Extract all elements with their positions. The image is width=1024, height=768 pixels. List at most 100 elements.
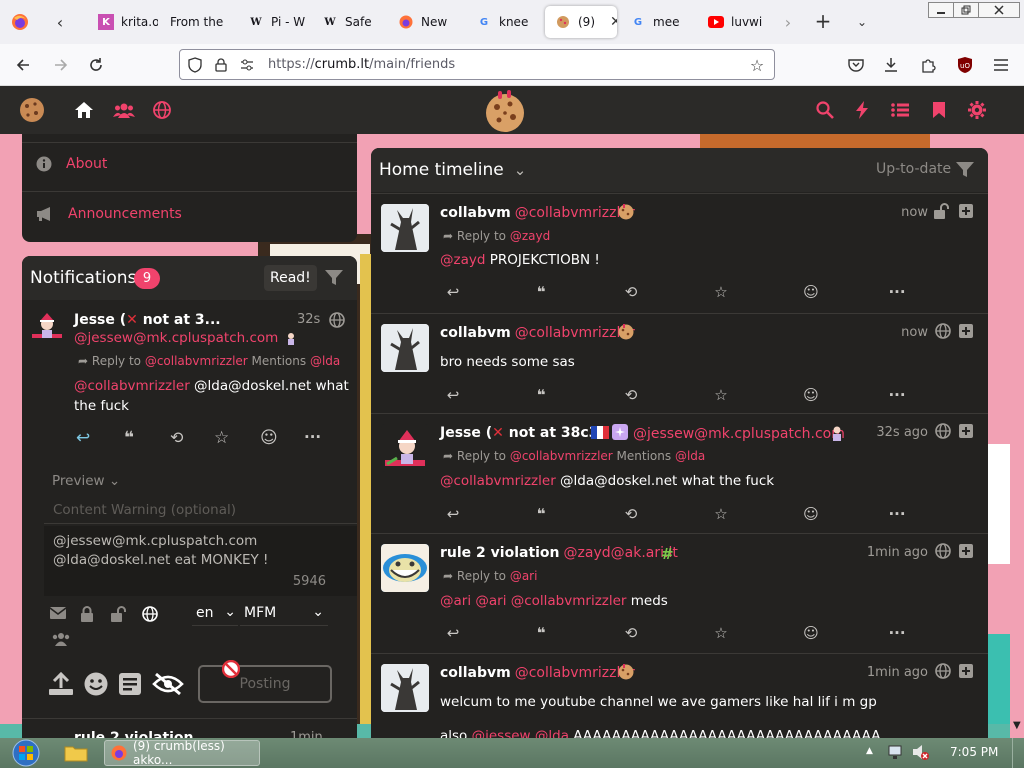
restore-window-icon[interactable] xyxy=(953,2,979,18)
forward-icon[interactable] xyxy=(50,54,72,76)
expand-post-icon[interactable] xyxy=(959,664,973,678)
timeline-title[interactable]: Home timeline ⌄ xyxy=(379,160,526,180)
start-button-icon[interactable] xyxy=(6,739,46,767)
tab-crumb-active[interactable]: (9) ✕ xyxy=(545,6,617,38)
post-author[interactable]: collabvm @collabvmrizzler xyxy=(440,205,635,221)
tab-google-knee[interactable]: G knee xyxy=(466,6,542,38)
tabs-scroll-right-icon[interactable]: › xyxy=(778,12,798,32)
permissions-icon[interactable] xyxy=(238,56,256,74)
repeat-icon[interactable]: ⟲ xyxy=(621,623,641,643)
eye-slash-icon[interactable] xyxy=(152,672,184,696)
file-explorer-icon[interactable] xyxy=(62,742,90,764)
post-author[interactable]: Jesse (✕ not at 38c3) xyxy=(440,425,605,441)
mention-link[interactable]: @ari @ari @collabvmrizzler xyxy=(440,593,626,609)
post-account[interactable]: @jessew@mk.cpluspatch.com xyxy=(633,426,845,442)
minimize-window-icon[interactable] xyxy=(928,2,954,18)
post-time[interactable]: 1min ago xyxy=(867,545,928,560)
url-bar[interactable]: https://crumb.lt/main/friends ☆ xyxy=(179,49,775,80)
post-text-area[interactable]: @jessew@mk.cpluspatch.com @lda@doskel.ne… xyxy=(44,526,357,596)
add-reaction-icon[interactable]: ☺ xyxy=(260,428,278,448)
mail-icon[interactable] xyxy=(50,606,66,620)
notification-author[interactable]: Jesse (✕ not at 3... xyxy=(74,312,221,328)
timeline-post[interactable]: collabvm @collabvmrizzler now bro needs s… xyxy=(371,313,988,413)
filter-icon[interactable] xyxy=(955,160,975,180)
more-options-icon[interactable]: ··· xyxy=(887,623,907,643)
favorite-star-icon[interactable]: ☆ xyxy=(214,428,229,448)
content-warning-input[interactable]: Content Warning (optional) xyxy=(44,496,357,524)
bolt-icon[interactable] xyxy=(850,98,874,122)
post-button[interactable]: Posting xyxy=(198,665,332,703)
reply-to-link[interactable]: @collabvmrizzler xyxy=(510,449,613,463)
instance-logo-icon[interactable] xyxy=(18,96,46,124)
reply-to-link[interactable]: @collabvmrizzler xyxy=(145,354,248,368)
avatar[interactable] xyxy=(381,664,429,712)
reply-icon[interactable]: ↩ xyxy=(443,623,463,643)
close-window-icon[interactable] xyxy=(978,2,1020,18)
search-icon[interactable] xyxy=(813,98,837,122)
mark-read-button[interactable]: Read! xyxy=(264,265,317,291)
favorite-star-icon[interactable]: ☆ xyxy=(711,385,731,405)
settings-gear-icon[interactable] xyxy=(965,98,989,122)
timeline-post[interactable]: rule 2 violation @zayd@ak.ari.lt # 1min a… xyxy=(371,533,988,653)
reply-to-link[interactable]: @ari xyxy=(510,569,538,583)
show-desktop-button[interactable] xyxy=(1012,738,1024,768)
notification-author[interactable]: rule 2 violation xyxy=(74,730,194,738)
shield-icon[interactable] xyxy=(186,56,204,74)
expand-post-icon[interactable] xyxy=(959,324,973,338)
back-icon[interactable] xyxy=(12,54,34,76)
quote-icon[interactable]: ❝ xyxy=(531,282,551,302)
tab-wikipedia-safe[interactable]: W Safe xyxy=(312,6,386,38)
reply-icon[interactable]: ↩ xyxy=(443,504,463,524)
emoji-picker-icon[interactable] xyxy=(84,672,108,696)
mention-link[interactable]: @collabvmrizzler xyxy=(74,378,190,394)
avatar[interactable] xyxy=(32,312,62,342)
mentions-link[interactable]: @lda xyxy=(675,449,705,463)
bookmark-icon[interactable] xyxy=(927,98,951,122)
tab-krita[interactable]: K krita.o xyxy=(88,6,158,38)
cookie-mascot-icon[interactable] xyxy=(482,88,528,134)
reply-icon[interactable]: ↩ xyxy=(76,428,90,448)
avatar[interactable] xyxy=(381,544,429,592)
post-author[interactable]: collabvm @collabvmrizzler xyxy=(440,325,635,341)
language-select[interactable]: en ⌄ xyxy=(192,602,238,626)
reply-to-link[interactable]: @zayd xyxy=(510,229,550,243)
expand-post-icon[interactable] xyxy=(959,544,973,558)
post-time[interactable]: 1min ago xyxy=(867,665,928,680)
pocket-icon[interactable] xyxy=(845,54,867,76)
downloads-icon[interactable] xyxy=(880,54,902,76)
upload-icon[interactable] xyxy=(48,672,74,696)
friends-icon[interactable] xyxy=(112,98,136,122)
quote-icon[interactable]: ❝ xyxy=(531,504,551,524)
reply-icon[interactable]: ↩ xyxy=(443,282,463,302)
unlock-icon[interactable] xyxy=(110,606,126,622)
sidebar-item-about[interactable]: About xyxy=(36,156,107,172)
repeat-icon[interactable]: ⟲ xyxy=(170,428,183,447)
tray-expand-icon[interactable]: ▲ xyxy=(866,746,873,756)
avatar[interactable] xyxy=(381,204,429,252)
more-options-icon[interactable]: ··· xyxy=(304,428,321,446)
avatar[interactable] xyxy=(381,324,429,372)
add-reaction-icon[interactable]: ☺ xyxy=(801,623,821,643)
repeat-icon[interactable]: ⟲ xyxy=(621,504,641,524)
mention-link[interactable]: @collabvmrizzler xyxy=(440,473,556,489)
expand-post-icon[interactable] xyxy=(959,424,973,438)
add-reaction-icon[interactable]: ☺ xyxy=(801,504,821,524)
add-reaction-icon[interactable]: ☺ xyxy=(801,385,821,405)
repeat-icon[interactable]: ⟲ xyxy=(621,282,641,302)
timeline-post[interactable]: collabvm @collabvmrizzler 1min ago welcum… xyxy=(371,653,988,738)
close-tab-icon[interactable]: ✕ xyxy=(610,14,617,30)
tab-google-mee[interactable]: G mee xyxy=(620,6,696,38)
tab-youtube[interactable]: luvwi xyxy=(698,6,774,38)
lock-icon[interactable] xyxy=(212,56,230,74)
list-all-tabs-icon[interactable]: ⌄ xyxy=(852,12,872,32)
post-author[interactable]: rule 2 violation @zayd@ak.ari.lt xyxy=(440,545,678,561)
favorite-star-icon[interactable]: ☆ xyxy=(711,623,731,643)
sidebar-item-announcements[interactable]: Announcements xyxy=(36,206,182,222)
new-tab-icon[interactable]: + xyxy=(812,9,834,33)
clock[interactable]: 7:05 PM xyxy=(950,745,998,759)
scroll-down-icon[interactable]: ▼ xyxy=(1013,720,1021,731)
post-time[interactable]: now xyxy=(901,205,928,220)
filter-icon[interactable] xyxy=(324,268,344,288)
bookmark-star-icon[interactable]: ☆ xyxy=(748,56,766,75)
tab-wikipedia-pi[interactable]: W Pi - W xyxy=(238,6,312,38)
